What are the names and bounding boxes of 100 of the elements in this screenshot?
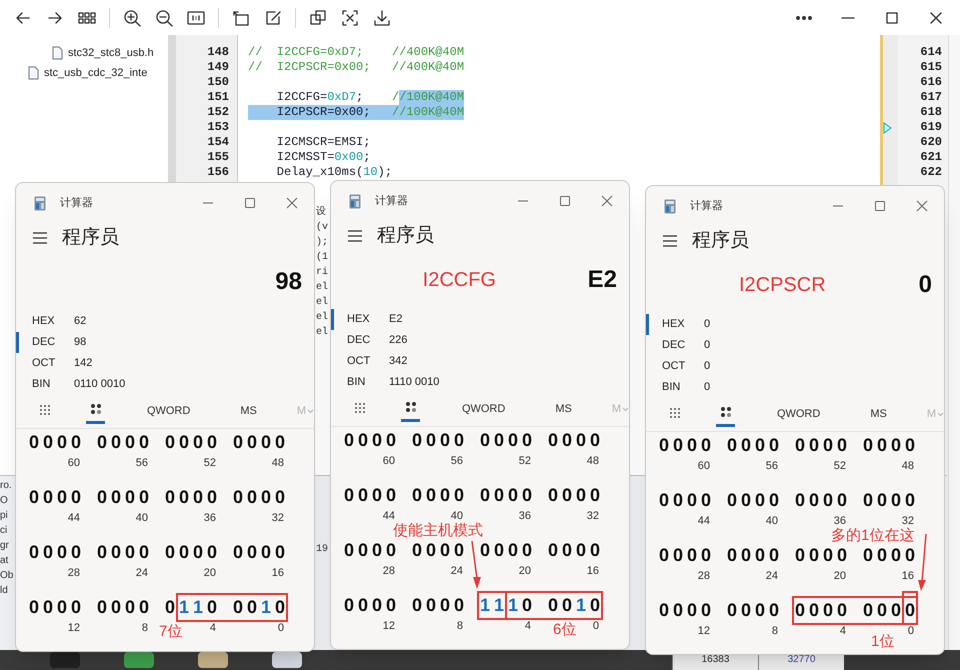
bit-toggle[interactable]: 0 [823, 544, 833, 566]
bit-toggle[interactable]: 0 [755, 434, 765, 456]
bit-toggle[interactable]: 0 [494, 484, 504, 506]
bit-toggle[interactable]: 0 [207, 596, 217, 618]
bit-toggle[interactable]: 0 [179, 486, 189, 508]
bit-toggle[interactable]: 0 [480, 429, 490, 451]
bit-toggle[interactable]: 0 [440, 429, 450, 451]
bit-toggle[interactable]: 0 [179, 541, 189, 563]
maximize-icon[interactable] [872, 198, 888, 214]
file-name[interactable]: stc32_stc8_usb.h [68, 44, 154, 62]
bit-toggle[interactable]: 0 [659, 544, 669, 566]
bit-toggle[interactable]: 0 [454, 429, 464, 451]
bit-toggle[interactable]: 0 [548, 539, 558, 561]
bit-toggle[interactable]: 0 [111, 541, 121, 563]
bit-toggle[interactable]: 0 [659, 599, 669, 621]
bit-toggle[interactable]: 0 [125, 541, 135, 563]
bit-toggle[interactable]: 0 [590, 539, 600, 561]
bit-toggle[interactable]: 0 [386, 594, 396, 616]
base-row[interactable]: BIN 0110 0010 [16, 374, 314, 395]
bit-toggle[interactable]: 0 [440, 484, 450, 506]
bit-toggle[interactable]: 0 [687, 489, 697, 511]
bit-toggle[interactable]: 1 [494, 594, 504, 616]
bit-toggle[interactable]: 0 [344, 484, 354, 506]
bit-toggle[interactable]: 1 [508, 594, 518, 616]
base-row[interactable]: HEX 62 [16, 311, 314, 332]
base-row[interactable]: HEX E2 [331, 309, 629, 330]
bit-toggle[interactable]: 0 [795, 544, 805, 566]
word-size-button[interactable]: QWORD [146, 400, 190, 424]
close-icon[interactable] [284, 195, 300, 211]
bit-toggle[interactable]: 0 [548, 429, 558, 451]
bit-toggle[interactable]: 0 [139, 486, 149, 508]
bit-toggle[interactable]: 0 [863, 489, 873, 511]
bit-toggle[interactable]: 0 [275, 486, 285, 508]
bit-toggle[interactable]: 0 [261, 541, 271, 563]
bit-toggle[interactable]: 0 [891, 434, 901, 456]
bit-toggle[interactable]: 0 [727, 544, 737, 566]
bit-toggle[interactable]: 0 [769, 489, 779, 511]
bit-toggle[interactable]: 0 [877, 489, 887, 511]
bit-toggle[interactable]: 0 [29, 596, 39, 618]
bit-toggle[interactable]: 0 [701, 434, 711, 456]
bit-toggle[interactable]: 0 [165, 486, 175, 508]
bit-toggle[interactable]: 0 [701, 489, 711, 511]
bit-toggle[interactable]: 0 [233, 486, 243, 508]
bit-toggle[interactable]: 0 [71, 431, 81, 453]
close-icon[interactable] [914, 198, 930, 214]
bit-toggle[interactable]: 0 [125, 486, 135, 508]
taskbar-icon[interactable] [198, 652, 228, 668]
bit-toggle[interactable]: 0 [769, 544, 779, 566]
bit-toggle[interactable]: 0 [111, 431, 121, 453]
bit-toggle[interactable]: 0 [454, 539, 464, 561]
bit-toggle[interactable]: 0 [576, 539, 586, 561]
bit-toggle[interactable]: 0 [247, 431, 257, 453]
bit-toggle[interactable]: 0 [877, 434, 887, 456]
bit-toggle[interactable]: 0 [261, 431, 271, 453]
bit-toggle[interactable]: 0 [57, 486, 67, 508]
bit-toggle[interactable]: 0 [165, 596, 175, 618]
bit-toggle[interactable]: 0 [809, 599, 819, 621]
bit-toggle[interactable]: 0 [165, 541, 175, 563]
bit-toggle[interactable]: 0 [125, 596, 135, 618]
bit-toggle[interactable]: 0 [426, 539, 436, 561]
bit-toggle[interactable]: 0 [233, 541, 243, 563]
bit-toggle[interactable]: 0 [823, 599, 833, 621]
bit-toggle[interactable]: 0 [29, 541, 39, 563]
bit-toggle[interactable]: 0 [139, 596, 149, 618]
bit-toggle[interactable]: 0 [508, 484, 518, 506]
bit-toggle[interactable]: 0 [741, 599, 751, 621]
bit-toggle[interactable]: 0 [57, 431, 67, 453]
menu-icon[interactable] [662, 234, 678, 248]
file-name[interactable]: stc_usb_cdc_32_inte [44, 64, 148, 82]
bit-toggle[interactable]: 0 [207, 431, 217, 453]
bit-toggle[interactable]: 0 [193, 486, 203, 508]
bit-toggle[interactable]: 0 [261, 486, 271, 508]
memory-store-button[interactable]: MS [555, 398, 572, 422]
word-size-button[interactable]: QWORD [462, 398, 506, 422]
bit-toggle[interactable]: 0 [701, 599, 711, 621]
bit-toggle[interactable]: 0 [755, 544, 765, 566]
maximize-icon[interactable] [557, 193, 573, 209]
bit-toggle[interactable]: 0 [426, 594, 436, 616]
bit-toggle[interactable]: 0 [590, 594, 600, 616]
bit-toggle[interactable]: 0 [233, 596, 243, 618]
bit-toggle[interactable]: 0 [905, 599, 915, 621]
bit-toggle[interactable]: 0 [755, 599, 765, 621]
bit-toggle[interactable]: 0 [727, 599, 737, 621]
bit-toggle[interactable]: 0 [139, 541, 149, 563]
bit-toggle[interactable]: 0 [823, 434, 833, 456]
word-size-button[interactable]: QWORD [776, 402, 820, 426]
bit-toggle[interactable]: 0 [275, 596, 285, 618]
bit-toggle[interactable]: 0 [358, 594, 368, 616]
bit-toggle[interactable]: 0 [863, 434, 873, 456]
bit-toggle[interactable]: 0 [673, 599, 683, 621]
bit-toggle[interactable]: 0 [372, 484, 382, 506]
bit-toggle[interactable]: 0 [659, 434, 669, 456]
bit-toggle[interactable]: 0 [247, 541, 257, 563]
bit-toggle[interactable]: 0 [454, 484, 464, 506]
memory-store-button[interactable]: MS [870, 402, 887, 426]
base-row[interactable]: DEC 226 [331, 330, 629, 351]
bit-toggle[interactable]: 0 [522, 484, 532, 506]
bit-toggle[interactable]: 0 [673, 544, 683, 566]
bit-toggle[interactable]: 0 [57, 596, 67, 618]
close-icon[interactable] [599, 193, 615, 209]
